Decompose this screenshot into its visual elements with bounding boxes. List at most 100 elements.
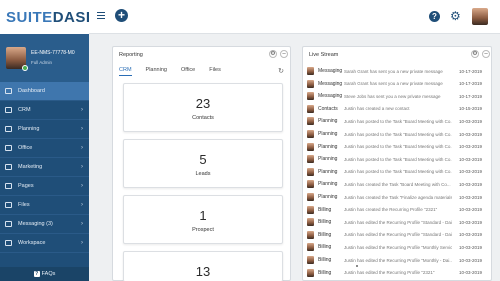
chevron-right-icon: ›: [81, 126, 83, 132]
activity-type: Planning: [318, 181, 338, 188]
activity-description[interactable]: Justin has edited the Recurring Profile …: [344, 245, 452, 250]
activity-date: 10-03-2019: [458, 194, 482, 200]
chevron-right-icon: ›: [81, 202, 83, 208]
stat-card-contacts[interactable]: 23 Contacts: [123, 83, 283, 132]
user-profile[interactable]: EE-NMS-77778-M0 Full Admin: [0, 34, 89, 82]
live-stream-row[interactable]: Messaging Sarah Grant has sent you a new …: [307, 78, 489, 90]
activity-type: Billing: [318, 269, 332, 276]
live-stream-row[interactable]: Planning Justin has posted to the Task "B…: [307, 141, 489, 153]
settings-gear-icon[interactable]: ⚙: [450, 10, 461, 22]
widget-settings-gear-icon[interactable]: ⚙: [269, 50, 277, 58]
user-avatar: [307, 256, 314, 264]
live-stream-row[interactable]: Planning Justin has posted to the Task "B…: [307, 153, 489, 165]
chevron-right-icon: ›: [81, 145, 83, 151]
live-stream-row[interactable]: Planning Justin has created the Task "Boa…: [307, 178, 489, 190]
sidebar-item-label: Dashboard: [18, 88, 45, 94]
live-stream-row[interactable]: Billing Justin has edited the Recurring P…: [307, 229, 489, 241]
live-stream-row[interactable]: Planning Justin has posted to the Task "B…: [307, 166, 489, 178]
widget-minimize-icon[interactable]: –: [482, 50, 490, 58]
activity-description[interactable]: Justin has created the Task "Finalize ag…: [344, 195, 452, 200]
live-stream-row[interactable]: Messaging Sarah Grant has sent you a new …: [307, 65, 489, 77]
live-stream-row[interactable]: Planning Justin has created the Task "Fin…: [307, 191, 489, 203]
stat-card-prospect[interactable]: 1 Prospect: [123, 195, 283, 244]
sidebar-item-office[interactable]: Office ›: [0, 139, 89, 158]
user-avatar: [307, 130, 314, 138]
activity-type: Planning: [318, 156, 338, 163]
crm-icon: [5, 107, 12, 113]
live-stream-title: Live Stream: [309, 52, 339, 58]
sidebar-item-messaging[interactable]: Messaging (3) ›: [0, 215, 89, 234]
chevron-right-icon: ›: [81, 107, 83, 113]
activity-description[interactable]: Justin has posted to the Task "Board Mee…: [344, 157, 452, 162]
sidebar-item-files[interactable]: Files ›: [0, 196, 89, 215]
sidebar-item-marketing[interactable]: Marketing ›: [0, 158, 89, 177]
activity-date: 10-03-2019: [458, 270, 482, 276]
user-avatar: [307, 243, 314, 252]
sidebar-nav: Dashboard CRM › Planning › Office › Marketi…: [0, 82, 89, 253]
activity-type: Planning: [318, 118, 338, 125]
activity-date: 10-03-2019: [458, 181, 482, 187]
activity-type: Billing: [318, 257, 332, 263]
faqs-link[interactable]: ? FAQs: [0, 267, 89, 281]
activity-date: 10-03-2019: [458, 207, 482, 213]
live-stream-row[interactable]: Messaging Steve Jobs has sent you a new p…: [307, 90, 489, 102]
live-stream-row[interactable]: Billing Justin has created the Recurring …: [307, 204, 489, 216]
help-icon[interactable]: ?: [429, 11, 440, 22]
stat-card-clients[interactable]: 13: [123, 251, 283, 281]
sidebar-item-workspace[interactable]: Workspace ›: [0, 234, 89, 253]
activity-type: Billing: [318, 244, 332, 251]
sidebar-item-dashboard[interactable]: Dashboard: [0, 82, 89, 101]
user-avatar: [307, 218, 314, 227]
widget-minimize-icon[interactable]: –: [280, 50, 288, 58]
sidebar-item-pages[interactable]: Pages ›: [0, 177, 89, 196]
activity-description[interactable]: Justin has edited the Recurring Profile …: [344, 232, 452, 237]
reporting-title: Reporting: [119, 52, 143, 58]
activity-date: 10-03-2019: [458, 169, 482, 175]
hamburger-menu-icon[interactable]: [97, 12, 105, 19]
activity-description[interactable]: Justin has created a new contact: [344, 106, 452, 111]
live-stream-row[interactable]: Billing Justin has edited the Recurring P…: [307, 254, 489, 266]
live-stream-row[interactable]: Planning Justin has posted to the Task "B…: [307, 115, 489, 127]
user-avatar: [307, 117, 314, 126]
live-stream-row[interactable]: Billing Justin has edited the Recurring P…: [307, 267, 489, 279]
tab-office[interactable]: Office: [181, 67, 195, 76]
stat-card-leads[interactable]: 5 Leads: [123, 139, 283, 188]
tab-planning[interactable]: Planning: [146, 67, 167, 76]
stat-value: 1: [199, 208, 207, 223]
activity-description[interactable]: Sarah Grant has sent you a new private m…: [344, 81, 452, 86]
activity-description[interactable]: Justin has posted to the Task "Board Mee…: [344, 132, 452, 137]
activity-description[interactable]: Justin has posted to the Task "Board Mee…: [344, 169, 452, 174]
sidebar-item-label: Messaging (3): [18, 221, 53, 227]
live-stream-widget: Live Stream ⚙ – Messaging Sarah Grant has…: [302, 46, 492, 281]
user-avatar: [307, 167, 314, 176]
activity-description[interactable]: Justin has created the Task "Board Meeti…: [344, 182, 452, 187]
sidebar-item-planning[interactable]: Planning ›: [0, 120, 89, 139]
activity-date: 10-17-2019: [458, 93, 482, 99]
add-new-button[interactable]: +: [115, 9, 128, 22]
live-stream-row[interactable]: Contacts Justin has created a new contact…: [307, 103, 489, 115]
sidebar-item-crm[interactable]: CRM ›: [0, 101, 89, 120]
live-stream-row[interactable]: Billing Justin has edited the Recurring P…: [307, 241, 489, 253]
activity-description[interactable]: Justin has created the Recurring Profile…: [344, 207, 452, 212]
loading-dot: [356, 265, 358, 267]
widget-settings-gear-icon[interactable]: ⚙: [471, 50, 479, 58]
activity-description[interactable]: Justin has posted to the Task "Board Mee…: [344, 119, 452, 124]
activity-description[interactable]: Sarah Grant has sent you a new private m…: [344, 69, 452, 74]
activity-description[interactable]: Justin has edited the Recurring Profile …: [344, 270, 452, 275]
tab-files[interactable]: Files: [209, 67, 221, 76]
activity-date: 10-03-2019: [458, 232, 482, 238]
activity-date: 10-03-2019: [458, 244, 482, 250]
activity-description[interactable]: Justin has edited the Recurring Profile …: [344, 220, 452, 225]
sidebar-item-label: Files: [18, 202, 30, 208]
user-avatar-button[interactable]: [472, 8, 488, 25]
activity-description[interactable]: Justin has posted to the Task "Board Mee…: [344, 144, 452, 149]
live-stream-row[interactable]: Planning Justin has posted to the Task "B…: [307, 128, 489, 140]
app-logo[interactable]: SUITEDASH: [0, 0, 97, 34]
refresh-icon[interactable]: ↻: [278, 67, 284, 75]
live-stream-row[interactable]: Billing Justin has edited the Recurring P…: [307, 216, 489, 228]
tab-crm[interactable]: CRM: [119, 67, 132, 76]
activity-description[interactable]: Justin has edited the Recurring Profile …: [344, 258, 452, 263]
activity-description[interactable]: Steve Jobs has sent you a new private me…: [344, 94, 452, 99]
chevron-right-icon: ›: [81, 240, 83, 246]
profile-role: Full Admin: [31, 60, 53, 65]
